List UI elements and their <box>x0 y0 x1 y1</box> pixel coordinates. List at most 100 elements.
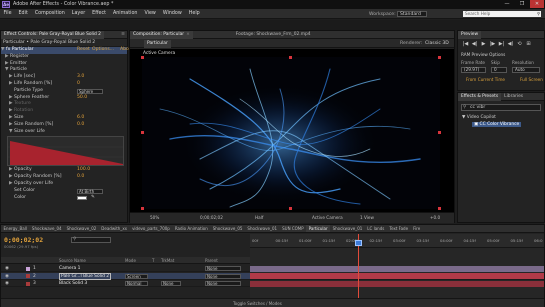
effect-property-row[interactable]: ▶Size Random [%] 0.0 <box>1 122 127 129</box>
menu-layer[interactable]: Layer <box>68 9 88 19</box>
frame-rate-select[interactable]: (29.97) <box>461 67 486 73</box>
layer-parent-select[interactable]: None <box>205 266 241 271</box>
layer-search-input[interactable]: ⚲ <box>71 237 111 243</box>
eyedropper-icon[interactable]: ✎ <box>91 195 95 202</box>
layer-duration-bar[interactable] <box>250 265 544 272</box>
layer-name[interactable]: Black Solid 3 <box>59 280 87 287</box>
reset-link[interactable]: Reset <box>77 47 90 54</box>
exposure-value[interactable]: +0.0 <box>430 215 440 221</box>
close-icon[interactable]: × <box>186 32 190 37</box>
timeline-tab[interactable]: Deadwith_xx <box>99 225 130 232</box>
subtab-particular[interactable]: Particular <box>144 39 171 48</box>
layer-label-color[interactable] <box>26 281 30 286</box>
ram-preview-options[interactable]: RAM Preview Options <box>461 52 505 57</box>
layer-track[interactable] <box>250 265 544 272</box>
close-button[interactable]: ✕ <box>530 0 544 8</box>
property-dropdown[interactable]: Sphere <box>77 88 103 94</box>
layer-label-color[interactable] <box>26 266 30 271</box>
next-frame-icon[interactable]: |▶ <box>488 41 497 47</box>
effect-property-row[interactable]: ▶Life [sec] 3.0 <box>1 74 127 81</box>
timeline-tab[interactable]: Shockwave_05 <box>210 225 245 232</box>
timeline-tab[interactable]: Radio Animation <box>172 225 210 232</box>
property-value[interactable]: 3.0 <box>77 74 84 81</box>
timeline-tab[interactable]: Shockwave_01 <box>330 225 365 232</box>
property-value[interactable]: 0.0 <box>77 174 84 181</box>
tab-effects-presets[interactable]: Effects & Presets <box>458 92 502 101</box>
property-value[interactable]: 6.0 <box>77 115 84 122</box>
layer-name[interactable]: Camera 1 <box>59 265 80 272</box>
effect-property-row[interactable]: ▶Rotation <box>1 108 127 115</box>
panel-menu-icon[interactable]: ≡ <box>121 32 127 37</box>
effect-item-selected[interactable]: ▣ CC Color Vibrance <box>472 122 522 127</box>
timeline-tab[interactable]: Particular <box>306 225 331 232</box>
from-current-time-checkbox[interactable]: From Current Time <box>466 77 505 82</box>
color-swatch[interactable] <box>77 195 87 200</box>
ram-preview-icon[interactable]: ⊞ <box>524 41 533 47</box>
effect-property-row[interactable]: ▶Opacity Random [%] 0.0 <box>1 174 127 181</box>
tab-preview[interactable]: Preview <box>458 30 482 39</box>
effect-property-row[interactable]: Color ✎ <box>1 195 127 202</box>
category-video-copilot[interactable]: ▼ Video Copilot <box>462 115 496 120</box>
layer-parent-select[interactable]: None <box>205 273 241 279</box>
menu-window[interactable]: Window <box>159 9 185 19</box>
column-mode[interactable]: Mode <box>125 258 136 263</box>
layer-mode-select[interactable]: Screen <box>125 273 148 279</box>
last-frame-icon[interactable]: ▶| <box>497 41 506 47</box>
column-t[interactable]: T <box>152 258 154 263</box>
layer-track[interactable] <box>250 273 544 280</box>
maximize-button[interactable]: ❐ <box>515 0 529 8</box>
property-dropdown[interactable]: At Birth <box>77 188 103 194</box>
layer-row[interactable]: ◉ 1 Camera 1 None <box>1 265 250 272</box>
about-link[interactable]: Abo <box>120 47 129 54</box>
current-time-display[interactable]: 0;00;02;02 <box>200 215 223 221</box>
view-layout-select[interactable]: 1 View <box>360 215 374 221</box>
effect-property-row[interactable]: ▶Opacity over Life <box>1 181 127 188</box>
effects-search-input[interactable]: ⚲ cc vibr <box>461 104 541 111</box>
effect-property-row[interactable]: Set Color At Birth <box>1 188 127 195</box>
timeline-tab[interactable]: Shockwave_01 <box>245 225 280 232</box>
timeline-tab[interactable]: videvo_parts_700p <box>130 225 173 232</box>
property-value[interactable]: 0.0 <box>77 122 84 129</box>
timeline-tab[interactable]: Energy_Ball <box>1 225 29 232</box>
tab-composition[interactable]: Composition: Particular × <box>130 30 193 39</box>
layer-parent-select[interactable]: None <box>205 281 241 286</box>
timeline-current-time[interactable]: 0;00;02;02 <box>4 236 43 244</box>
zoom-select[interactable]: 50% <box>150 215 159 221</box>
layer-row[interactable]: ◉ 2 Pale Gr...l Blue Solid 2 Screen None <box>1 272 250 280</box>
menu-effect[interactable]: Effect <box>89 9 110 19</box>
visibility-eye-icon[interactable]: ◉ <box>5 273 9 280</box>
menu-animation[interactable]: Animation <box>109 9 140 19</box>
timeline-tab[interactable]: Shockwave_02 <box>64 225 99 232</box>
effect-property-row[interactable]: ▶Size 6.0 <box>1 115 127 122</box>
playhead-handle[interactable] <box>355 240 362 246</box>
resolution-select[interactable]: Half <box>255 215 263 221</box>
layer-label-color[interactable] <box>26 274 30 278</box>
column-trkmat[interactable]: TrkMat <box>161 258 174 263</box>
effect-property-row[interactable]: ▼Size over Life <box>1 129 127 136</box>
play-icon[interactable]: ▶ <box>479 41 488 47</box>
minimize-button[interactable]: — <box>500 0 514 8</box>
workspace-select[interactable]: Standard <box>397 10 427 17</box>
menu-edit[interactable]: Edit <box>15 9 31 19</box>
effect-property-row[interactable]: ▶Register <box>1 54 127 61</box>
loop-icon[interactable]: ⟲ <box>515 41 524 47</box>
effect-property-row[interactable]: ▶Life Random [%] 0 <box>1 81 127 88</box>
timeline-tab[interactable]: Text Fade <box>387 225 411 232</box>
renderer-value[interactable]: Classic 3D <box>425 41 449 46</box>
layer-track[interactable] <box>250 280 544 287</box>
effect-property-row[interactable]: Particle Type Sphere <box>1 88 127 95</box>
timeline-tracks[interactable]: 00f 00:15f 01:00f 01:15f 02:00f 02:15f 03:00f 0… <box>250 234 544 307</box>
menu-help[interactable]: Help <box>185 9 203 19</box>
visibility-eye-icon[interactable]: ◉ <box>5 280 9 287</box>
audio-icon[interactable]: ◀) <box>506 41 515 47</box>
resolution-select[interactable]: Auto <box>512 67 540 73</box>
full-screen-checkbox[interactable]: Full Screen <box>520 77 543 82</box>
layer-name[interactable]: Pale Gr...l Blue Solid 2 <box>59 273 112 280</box>
timeline-tab[interactable]: Fire <box>411 225 423 232</box>
timeline-tab[interactable]: SUN COMP <box>280 225 307 232</box>
timeline-tab[interactable]: LC lands <box>365 225 387 232</box>
tab-effect-controls[interactable]: Effect Controls: Pale Gray-Royal Blue So… <box>1 30 104 39</box>
options-link[interactable]: Options... <box>92 47 114 54</box>
menu-view[interactable]: View <box>141 9 159 19</box>
skip-input[interactable]: 0 <box>491 67 507 73</box>
